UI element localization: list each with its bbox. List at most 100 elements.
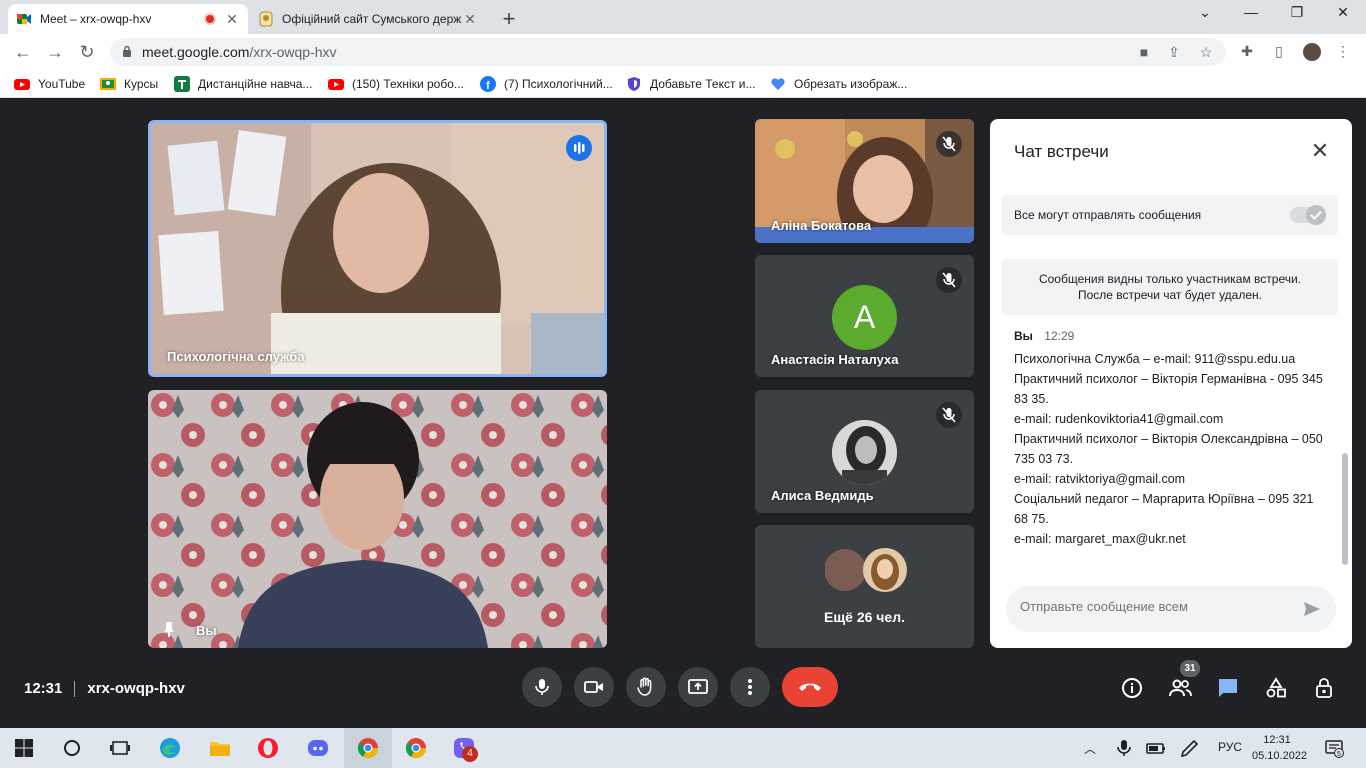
raise-hand-button[interactable] bbox=[626, 667, 666, 707]
chrome-profile-icon[interactable] bbox=[404, 736, 428, 760]
leave-call-button[interactable] bbox=[782, 667, 838, 707]
participant-name: Аліна Бокатова bbox=[771, 218, 872, 233]
tab-title: Meet – xrx-owqp-hxv bbox=[40, 12, 152, 26]
message-line: e-mail: rudenkoviktoria41@gmail.com bbox=[1014, 412, 1224, 426]
camera-indicator-icon[interactable]: ■ bbox=[1136, 44, 1152, 60]
more-participants-avatars bbox=[825, 548, 907, 592]
message-sender: Вы bbox=[1014, 329, 1033, 343]
bookmark-add-text[interactable]: Добавьте Текст и... bbox=[626, 76, 756, 92]
task-view-icon[interactable] bbox=[108, 736, 132, 760]
edge-icon[interactable] bbox=[158, 736, 182, 760]
host-controls-icon[interactable] bbox=[1312, 676, 1336, 700]
discord-icon[interactable] bbox=[306, 736, 330, 760]
bookmark-youtube[interactable]: YouTube bbox=[14, 76, 85, 92]
reload-button[interactable]: ↻ bbox=[76, 41, 98, 63]
more-options-button[interactable] bbox=[730, 667, 770, 707]
chat-title: Чат встречи bbox=[1014, 142, 1109, 161]
mic-off-icon bbox=[936, 267, 962, 293]
pen-icon[interactable] bbox=[1178, 736, 1202, 760]
profile-avatar[interactable] bbox=[1302, 42, 1322, 62]
activities-icon[interactable] bbox=[1264, 676, 1288, 700]
more-vert-icon bbox=[748, 679, 752, 695]
bookmark-youtube-techniques[interactable]: (150) Техніки робо... bbox=[328, 76, 464, 92]
message-body: Психологічна Служба – e-mail: 911@sspu.e… bbox=[1014, 349, 1324, 549]
bookmark-facebook[interactable]: f (7) Психологічний... bbox=[480, 76, 613, 92]
tab-meet[interactable]: Meet – xrx-owqp-hxv ✕ bbox=[8, 4, 248, 34]
toggle-check-icon bbox=[1306, 205, 1326, 225]
chat-permission-toggle[interactable] bbox=[1290, 205, 1326, 225]
url-text: meet.google.com/xrx-owqp-hxv bbox=[142, 44, 337, 60]
meeting-info: 12:31 xrx-owqp-hxv bbox=[24, 680, 185, 697]
present-screen-button[interactable] bbox=[678, 667, 718, 707]
video-tile-anastasia[interactable]: A Анастасія Наталуха bbox=[755, 255, 974, 377]
microphone-button[interactable] bbox=[522, 667, 562, 707]
people-icon[interactable] bbox=[1168, 676, 1192, 700]
menu-kebab-icon[interactable]: ⋮ bbox=[1334, 43, 1352, 61]
svg-text:f: f bbox=[486, 80, 490, 92]
message-line: e-mail: margaret_max@ukr.net bbox=[1014, 532, 1186, 546]
share-icon[interactable]: ⇪ bbox=[1166, 44, 1182, 60]
svg-text:5: 5 bbox=[1337, 751, 1341, 758]
bookmark-crop-image[interactable]: Обрезать изображ... bbox=[770, 76, 907, 92]
opera-icon[interactable] bbox=[256, 736, 280, 760]
divider bbox=[74, 680, 76, 697]
chrome-icon[interactable] bbox=[356, 736, 380, 760]
url-field[interactable]: meet.google.com/xrx-owqp-hxv ■ ⇪ ☆ bbox=[110, 38, 1226, 66]
battery-icon[interactable] bbox=[1144, 736, 1168, 760]
tray-overflow-icon[interactable]: ︿ bbox=[1084, 740, 1096, 757]
video-tile-speaker[interactable]: Психологічна служба bbox=[148, 120, 607, 377]
video-tile-self[interactable]: Вы bbox=[148, 390, 607, 648]
meet-icon bbox=[17, 14, 31, 24]
video-tile-more-participants[interactable]: Ещё 26 чел. bbox=[755, 525, 974, 648]
tab-university-site[interactable]: Офіційний сайт Сумського держ ✕ bbox=[250, 4, 486, 34]
camera-button[interactable] bbox=[574, 667, 614, 707]
back-button[interactable]: ← bbox=[12, 41, 34, 63]
message-line: Практичний психолог – Вікторія Олександр… bbox=[1014, 432, 1323, 466]
chat-message-input[interactable] bbox=[1020, 599, 1290, 614]
language-indicator[interactable]: РУС bbox=[1218, 740, 1242, 754]
heart-icon bbox=[771, 78, 785, 90]
tab-search-icon[interactable]: ⌄ bbox=[1190, 4, 1220, 21]
search-icon[interactable] bbox=[60, 736, 84, 760]
close-tab-icon[interactable]: ✕ bbox=[224, 11, 240, 28]
bookmark-distance-learning[interactable]: Дистанційне навча... bbox=[174, 76, 312, 92]
video-tile-alisa[interactable]: Алиса Ведмидь bbox=[755, 390, 974, 513]
participant-name: Анастасія Наталуха bbox=[771, 352, 899, 367]
minimize-button[interactable]: — bbox=[1236, 4, 1266, 20]
close-chat-button[interactable]: ✕ bbox=[1308, 139, 1332, 163]
microphone-icon bbox=[535, 679, 549, 695]
more-participants-label: Ещё 26 чел. bbox=[824, 609, 905, 625]
video-tile-alina[interactable]: Аліна Бокатова bbox=[755, 119, 974, 243]
system-clock[interactable]: 12:31 05.10.2022 bbox=[1252, 732, 1307, 764]
windows-taskbar: ︿ РУС 12:31 05.10.2022 5 bbox=[0, 728, 1366, 768]
chat-panel: Чат встречи ✕ Все могут отправлять сообщ… bbox=[990, 119, 1352, 648]
message-line: Психологічна Служба – e-mail: 911@sspu.e… bbox=[1014, 352, 1296, 366]
self-video-frame bbox=[148, 390, 607, 648]
new-tab-button[interactable]: + bbox=[497, 6, 521, 32]
microphone-tray-icon[interactable] bbox=[1112, 736, 1136, 760]
participant-photo-avatar bbox=[832, 420, 897, 485]
tab-title: Офіційний сайт Сумського держ bbox=[282, 12, 462, 26]
bookmark-classroom[interactable]: Курсы bbox=[100, 76, 158, 92]
pin-icon[interactable] bbox=[160, 620, 178, 638]
windows-start-icon[interactable] bbox=[12, 736, 36, 760]
send-icon[interactable] bbox=[1302, 599, 1322, 619]
restore-button[interactable]: ❐ bbox=[1282, 4, 1312, 21]
facebook-icon: f bbox=[480, 76, 496, 92]
participant-name: Алиса Ведмидь bbox=[771, 488, 874, 503]
present-icon bbox=[688, 679, 708, 694]
viber-unread-badge: 4 bbox=[462, 746, 478, 762]
close-window-button[interactable]: ✕ bbox=[1328, 4, 1358, 21]
side-panel-icon[interactable]: ▯ bbox=[1270, 43, 1288, 61]
chat-scrollbar[interactable] bbox=[1342, 453, 1348, 565]
file-explorer-icon[interactable] bbox=[208, 736, 232, 760]
extensions-icon[interactable]: ✚ bbox=[1238, 43, 1256, 61]
youtube-icon bbox=[14, 79, 30, 90]
chat-icon[interactable] bbox=[1216, 676, 1240, 700]
forward-button[interactable]: → bbox=[44, 41, 66, 63]
chat-input-container bbox=[1006, 586, 1336, 632]
meeting-details-icon[interactable] bbox=[1120, 676, 1144, 700]
bookmark-star-icon[interactable]: ☆ bbox=[1198, 44, 1214, 60]
close-tab-icon[interactable]: ✕ bbox=[462, 11, 478, 28]
notifications-icon[interactable]: 5 bbox=[1324, 738, 1344, 758]
